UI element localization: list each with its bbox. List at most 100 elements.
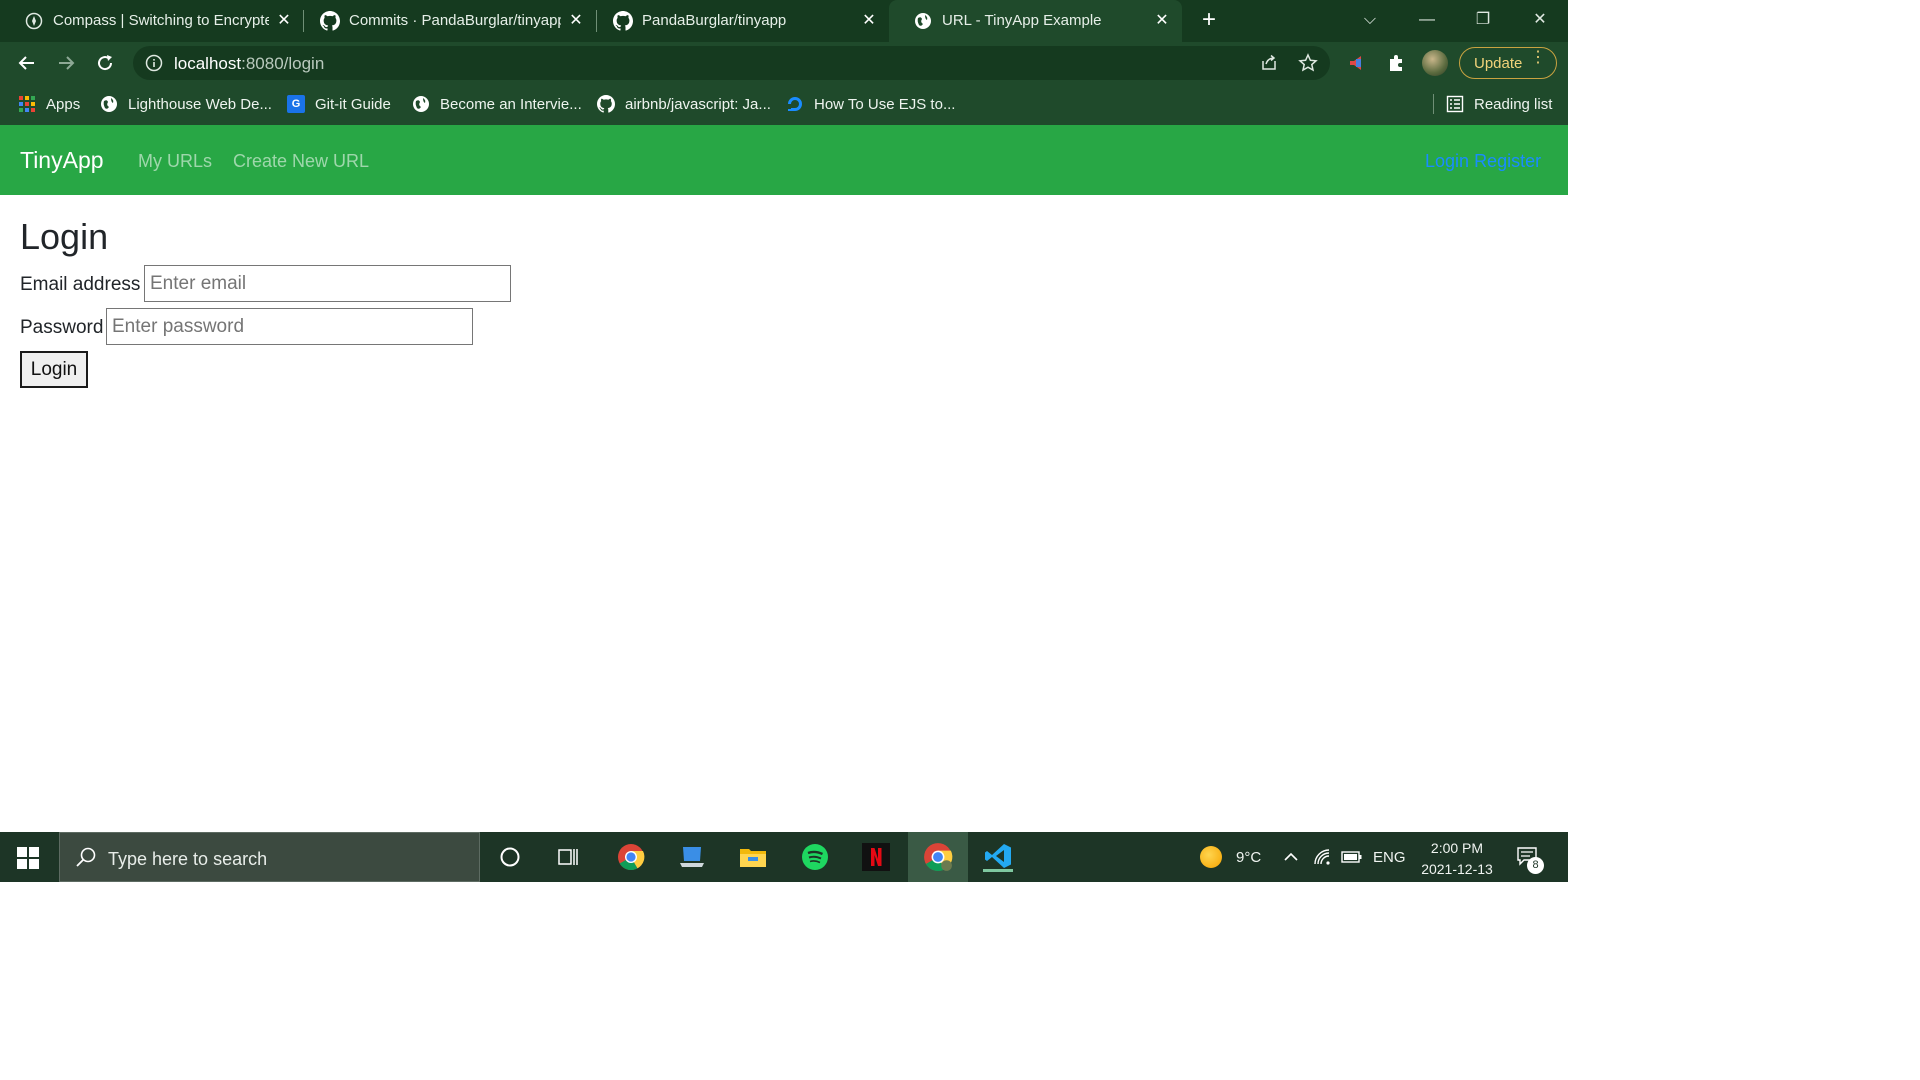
tab-title: PandaBurglar/tinyapp bbox=[642, 12, 787, 29]
close-tab-icon[interactable]: ✕ bbox=[1152, 10, 1172, 30]
weather-temp: 9°C bbox=[1236, 848, 1262, 866]
bookmark-label: Lighthouse Web De... bbox=[128, 95, 272, 113]
share-icon[interactable] bbox=[1260, 54, 1278, 77]
language-indicator[interactable]: ENG bbox=[1373, 832, 1406, 882]
reading-list-icon bbox=[1446, 95, 1464, 113]
nav-my-urls-link[interactable]: My URLs bbox=[138, 151, 212, 172]
minimize-icon[interactable]: — bbox=[1414, 8, 1440, 34]
clock-date: 2021-12-13 bbox=[1421, 861, 1493, 877]
close-tab-icon[interactable]: ✕ bbox=[859, 10, 879, 30]
new-tab-button[interactable]: + bbox=[1197, 8, 1221, 33]
nav-register-link[interactable]: Register bbox=[1474, 151, 1541, 171]
weather-widget[interactable]: 9°C bbox=[1200, 832, 1261, 882]
chrome-icon[interactable] bbox=[616, 842, 646, 872]
close-window-icon[interactable]: ✕ bbox=[1527, 8, 1553, 34]
address-url: localhost:8080/login bbox=[174, 54, 324, 74]
digitalocean-icon bbox=[786, 95, 804, 113]
reading-list-label: Reading list bbox=[1474, 95, 1553, 113]
menu-dots-icon: ⋮ bbox=[1530, 49, 1546, 66]
github-icon bbox=[320, 11, 340, 31]
bookmark-label: Become an Intervie... bbox=[440, 95, 582, 113]
laptop-app-icon[interactable] bbox=[677, 842, 707, 872]
browser-toolbar: localhost:8080/login Update ⋮ bbox=[0, 42, 1568, 84]
password-field[interactable] bbox=[106, 308, 473, 345]
tab-repo[interactable]: PandaBurglar/tinyapp ✕ bbox=[589, 0, 889, 42]
bookmark-apps[interactable]: Apps bbox=[18, 93, 80, 115]
bookmark-lighthouse[interactable]: Lighthouse Web De... bbox=[100, 93, 272, 115]
back-icon[interactable] bbox=[14, 50, 40, 76]
tab-title: URL - TinyApp Example bbox=[942, 12, 1102, 29]
taskbar-search-placeholder: Type here to search bbox=[108, 849, 268, 869]
restore-icon[interactable]: ❐ bbox=[1470, 8, 1496, 34]
url-path: :8080/login bbox=[241, 54, 325, 73]
windows-start-icon[interactable] bbox=[17, 847, 39, 869]
email-label: Email address bbox=[20, 274, 141, 295]
bookmark-star-icon[interactable] bbox=[1298, 53, 1318, 78]
tab-search-icon[interactable]: ⌵ bbox=[1357, 8, 1383, 34]
bookmark-label: How To Use EJS to... bbox=[814, 95, 956, 113]
address-bar[interactable]: localhost:8080/login bbox=[133, 46, 1330, 80]
sun-icon bbox=[1200, 846, 1222, 868]
tab-compass[interactable]: Compass | Switching to Encrypted ✕ bbox=[0, 0, 303, 42]
globe-icon bbox=[100, 95, 118, 113]
bookmark-divider bbox=[1433, 94, 1434, 114]
taskbar-clock[interactable]: 2:00 PM 2021-12-13 bbox=[1415, 838, 1499, 880]
compass-favicon bbox=[24, 11, 44, 31]
page-title: Login bbox=[20, 216, 109, 257]
github-icon bbox=[613, 11, 633, 31]
show-hidden-icons-icon[interactable] bbox=[1283, 832, 1299, 882]
nav-login-link[interactable]: Login bbox=[1425, 151, 1469, 171]
chrome-profile-icon[interactable] bbox=[908, 832, 968, 882]
extension-megaphone-icon[interactable] bbox=[1346, 52, 1368, 74]
battery-icon[interactable] bbox=[1341, 832, 1363, 882]
github-icon bbox=[597, 95, 615, 113]
profile-avatar[interactable] bbox=[1422, 50, 1448, 76]
login-submit-button[interactable]: Login bbox=[20, 351, 88, 388]
update-label: Update bbox=[1474, 55, 1523, 72]
close-tab-icon[interactable]: ✕ bbox=[566, 10, 586, 30]
bookmarks-bar: Apps Lighthouse Web De... G Git-it Guide… bbox=[0, 84, 1568, 125]
taskbar-search-box[interactable]: Type here to search bbox=[59, 832, 480, 882]
g-favicon: G bbox=[287, 95, 305, 113]
update-button[interactable]: Update ⋮ bbox=[1459, 47, 1557, 79]
vscode-icon[interactable] bbox=[983, 842, 1013, 872]
browser-window: Compass | Switching to Encrypted ✕ Commi… bbox=[0, 0, 1568, 125]
site-info-icon[interactable] bbox=[145, 54, 163, 77]
tab-strip: Compass | Switching to Encrypted ✕ Commi… bbox=[0, 0, 1568, 42]
wifi-icon[interactable] bbox=[1313, 832, 1333, 882]
app-brand[interactable]: TinyApp bbox=[20, 147, 104, 174]
globe-icon bbox=[913, 11, 933, 31]
reload-icon[interactable] bbox=[92, 50, 118, 76]
email-field[interactable] bbox=[144, 265, 511, 302]
bookmark-airbnb[interactable]: airbnb/javascript: Ja... bbox=[597, 93, 771, 115]
bookmark-git-it[interactable]: G Git-it Guide bbox=[287, 93, 391, 115]
url-host: localhost bbox=[174, 54, 242, 73]
task-view-icon[interactable] bbox=[553, 842, 583, 872]
search-icon bbox=[74, 846, 98, 875]
forward-icon[interactable] bbox=[53, 50, 79, 76]
extensions-puzzle-icon[interactable] bbox=[1385, 52, 1407, 74]
password-label: Password bbox=[20, 317, 104, 338]
tab-title: Compass | Switching to Encrypted bbox=[53, 12, 269, 29]
tab-commits[interactable]: Commits · PandaBurglar/tinyapp ✕ bbox=[296, 0, 596, 42]
apps-grid-icon bbox=[18, 95, 36, 113]
nav-create-url-link[interactable]: Create New URL bbox=[233, 151, 369, 172]
spotify-icon[interactable] bbox=[800, 842, 830, 872]
close-tab-icon[interactable]: ✕ bbox=[274, 10, 294, 30]
taskbar: Type here to search 9°C ENG 2:00 PM 2021… bbox=[0, 832, 1568, 882]
cortana-icon[interactable] bbox=[495, 842, 525, 872]
reading-list[interactable]: Reading list bbox=[1433, 93, 1552, 115]
netflix-icon[interactable] bbox=[861, 842, 891, 872]
tab-tinyapp[interactable]: URL - TinyApp Example ✕ bbox=[889, 0, 1182, 42]
bookmark-label: Git-it Guide bbox=[315, 95, 391, 113]
bookmark-label: Apps bbox=[46, 95, 81, 113]
action-center-icon[interactable]: 8 bbox=[1516, 832, 1544, 882]
bookmark-interview[interactable]: Become an Intervie... bbox=[412, 93, 582, 115]
clock-time: 2:00 PM bbox=[1430, 840, 1484, 856]
file-explorer-icon[interactable] bbox=[738, 842, 768, 872]
notification-badge: 8 bbox=[1527, 857, 1544, 874]
auth-links: Login Register bbox=[1425, 151, 1541, 172]
tab-title: Commits · PandaBurglar/tinyapp bbox=[349, 12, 561, 29]
bookmark-label: airbnb/javascript: Ja... bbox=[625, 95, 771, 113]
bookmark-ejs[interactable]: How To Use EJS to... bbox=[786, 93, 955, 115]
